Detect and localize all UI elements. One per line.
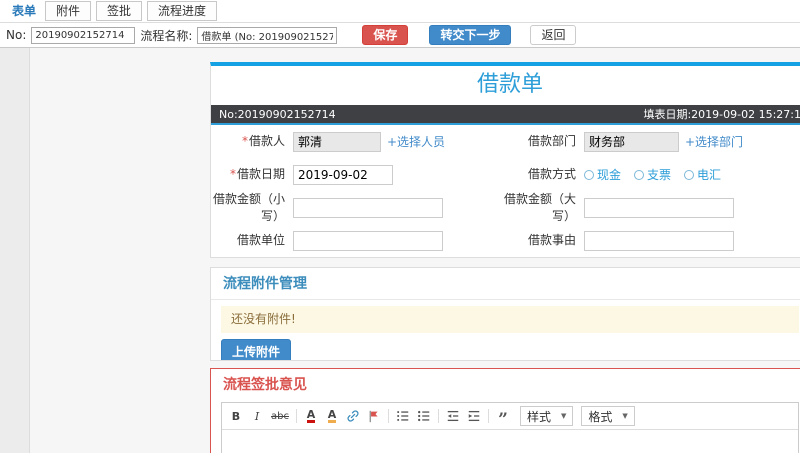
amount-upper-label: 借款金额（大写） — [503, 192, 576, 223]
outdent-icon[interactable] — [444, 407, 462, 425]
styles-dropdown-label: 样式 — [526, 409, 551, 424]
no-input[interactable] — [31, 26, 136, 44]
bulleted-list-icon[interactable] — [415, 407, 433, 425]
reason-field — [584, 230, 800, 251]
chevron-down-icon: ▼ — [561, 412, 567, 420]
process-name-input[interactable] — [197, 26, 338, 44]
left-sidebar — [0, 48, 30, 453]
amount-lower-field — [293, 197, 489, 218]
radio-check[interactable]: 支票 — [634, 166, 671, 183]
reason-input[interactable] — [584, 230, 734, 251]
radio-wire-label: 电汇 — [697, 168, 722, 182]
borrower-input[interactable] — [293, 131, 381, 152]
upload-attachment-button[interactable]: 上传附件 — [221, 339, 292, 360]
toolbar-separator — [387, 409, 389, 423]
select-person-link[interactable]: +选择人员 — [387, 133, 445, 150]
radio-icon — [634, 169, 645, 180]
radio-icon — [584, 169, 594, 180]
form-row-date-method: *借款日期 借款方式 现金 支票 电汇 — [211, 158, 800, 191]
tab-signoff[interactable]: 签批 — [96, 1, 143, 21]
tab-bar: 表单 附件 签批 流程进度 — [0, 0, 800, 23]
bg-color-glyph: A — [327, 408, 337, 423]
required-mark: * — [241, 134, 248, 149]
save-button[interactable]: 保存 — [362, 25, 409, 45]
approval-title: 流程签批意见 — [223, 377, 307, 393]
numbered-list-icon[interactable] — [394, 407, 412, 425]
form-row-borrower: *借款人 +选择人员 借款部门 +选择部门 — [211, 125, 800, 158]
borrow-date-label: *借款日期 — [211, 166, 293, 182]
amount-upper-input[interactable] — [584, 197, 734, 218]
select-department-link[interactable]: +选择部门 — [685, 133, 743, 150]
amount-lower-input[interactable] — [293, 197, 443, 218]
text-color-icon[interactable]: A — [302, 407, 320, 425]
editor-body[interactable] — [222, 430, 798, 453]
department-input[interactable] — [584, 131, 679, 152]
format-dropdown-label: 格式 — [588, 409, 613, 424]
approval-panel: 流程签批意见 B I abc A A ” 样式 ▼ 格式 ▼ — [210, 368, 800, 453]
tab-form[interactable]: 表单 — [8, 2, 40, 20]
toolbar: No: 流程名称: 保存 转交下一步 返回 — [0, 23, 800, 48]
reason-label: 借款事由 — [527, 233, 576, 248]
italic-icon[interactable]: I — [248, 407, 266, 425]
toolbar-separator — [295, 409, 297, 423]
borrow-date-label-text: 借款日期 — [236, 167, 285, 182]
form-no-text: No:20190902152714 — [219, 107, 336, 121]
amount-lower-label: 借款金额（小写） — [212, 192, 285, 223]
form-subheader: No:20190902152714 填表日期:2019-09-02 15:27:… — [211, 105, 800, 123]
editor-toolbar: B I abc A A ” 样式 ▼ 格式 ▼ — [222, 403, 798, 430]
radio-cash[interactable]: 现金 — [584, 166, 621, 183]
radio-icon — [684, 169, 695, 180]
styles-dropdown[interactable]: 样式 ▼ — [519, 406, 574, 426]
form-date-text: 填表日期:2019-09-02 15:27:1 — [643, 108, 800, 121]
method-label: 借款方式 — [527, 167, 576, 182]
back-button[interactable]: 返回 — [530, 25, 577, 45]
forward-next-button[interactable]: 转交下一步 — [429, 25, 512, 45]
toolbar-separator — [487, 409, 489, 423]
blockquote-icon[interactable]: ” — [494, 407, 512, 428]
borrower-label-text: 借款人 — [248, 134, 285, 149]
app-window: 表单 附件 签批 流程进度 No: 流程名称: 保存 转交下一步 返回 借款单 … — [0, 0, 800, 453]
method-options: 现金 支票 电汇 — [584, 166, 800, 183]
bg-color-icon[interactable]: A — [323, 407, 341, 425]
loan-form-panel: 借款单 No:20190902152714 填表日期:2019-09-02 15… — [210, 62, 800, 258]
radio-cash-label: 现金 — [597, 168, 622, 182]
tab-process-progress[interactable]: 流程进度 — [147, 1, 218, 21]
page-title: 借款单 — [476, 72, 543, 97]
process-name-label: 流程名称: — [140, 28, 193, 43]
radio-check-label: 支票 — [647, 168, 672, 182]
borrower-field: +选择人员 — [293, 131, 489, 152]
no-label: No: — [6, 28, 27, 42]
indent-icon[interactable] — [465, 407, 483, 425]
attachments-panel: 流程附件管理 还没有附件! 上传附件 — [210, 267, 800, 361]
anchor-flag-icon[interactable] — [365, 407, 383, 425]
borrower-label: *借款人 — [211, 133, 293, 149]
attachments-title: 流程附件管理 — [211, 268, 800, 300]
required-mark: * — [229, 167, 236, 182]
link-icon[interactable] — [344, 407, 362, 425]
amount-upper-field — [584, 197, 800, 218]
bold-icon[interactable]: B — [227, 407, 245, 425]
department-label: 借款部门 — [527, 134, 576, 149]
form-row-amounts: 借款金额（小写） 借款金额（大写） — [211, 191, 800, 224]
unit-label: 借款单位 — [236, 233, 285, 248]
chevron-down-icon: ▼ — [622, 412, 628, 420]
borrow-date-field — [293, 164, 489, 185]
unit-field — [293, 230, 489, 251]
tab-attachments[interactable]: 附件 — [45, 1, 92, 21]
rich-text-editor: B I abc A A ” 样式 ▼ 格式 ▼ — [221, 402, 799, 453]
radio-wire[interactable]: 电汇 — [684, 166, 721, 183]
content-area: 借款单 No:20190902152714 填表日期:2019-09-02 15… — [0, 48, 800, 453]
strikethrough-icon[interactable]: abc — [269, 407, 291, 425]
form-row-unit-reason: 借款单位 借款事由 — [211, 224, 800, 257]
unit-input[interactable] — [293, 230, 443, 251]
toolbar-separator — [437, 409, 439, 423]
no-attachments-message: 还没有附件! — [221, 306, 799, 333]
text-color-glyph: A — [306, 408, 316, 423]
borrow-date-input[interactable] — [293, 164, 393, 185]
format-dropdown[interactable]: 格式 ▼ — [581, 406, 635, 426]
department-field: +选择部门 — [584, 131, 800, 152]
